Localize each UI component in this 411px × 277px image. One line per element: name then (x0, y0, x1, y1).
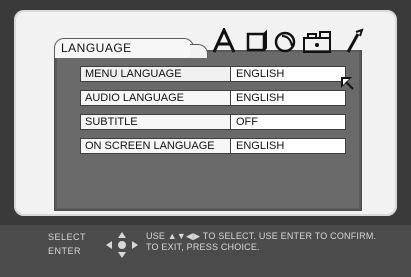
help-line-1: USE ▲▼◀▶ TO SELECT. USE ENTER TO CONFIRM… (146, 231, 377, 241)
menu-icons (210, 28, 370, 56)
tab-language-label: LANGUAGE (61, 41, 132, 55)
audio-icon[interactable] (272, 28, 298, 54)
row-value[interactable]: ENGLISH (230, 90, 346, 106)
help-line-2: TO EXIT, PRESS CHOICE. (146, 242, 260, 252)
enter-hint: ENTER (48, 246, 82, 256)
select-hint: SELECT (48, 232, 87, 242)
tab-language[interactable]: LANGUAGE (54, 38, 194, 58)
cursor-arrow-icon (341, 77, 354, 90)
row-label: MENU LANGUAGE (80, 66, 232, 82)
row-label: AUDIO LANGUAGE (80, 90, 232, 106)
help-text: USE ▲▼◀▶ TO SELECT. USE ENTER TO CONFIRM… (146, 231, 404, 253)
dpad-icon (106, 232, 138, 258)
row-label: SUBTITLE (80, 114, 232, 130)
row-value[interactable]: ENGLISH (230, 138, 346, 154)
help-left: SELECT ENTER (48, 232, 86, 260)
row-label: ON SCREEN LANGUAGE (80, 138, 232, 154)
parental-icon[interactable] (302, 28, 336, 54)
row-value[interactable]: OFF (230, 114, 346, 130)
language-icon[interactable] (210, 28, 238, 54)
setup-icon[interactable] (342, 28, 364, 54)
picture-icon[interactable] (244, 28, 268, 54)
row-value[interactable]: ENGLISH (230, 66, 346, 82)
